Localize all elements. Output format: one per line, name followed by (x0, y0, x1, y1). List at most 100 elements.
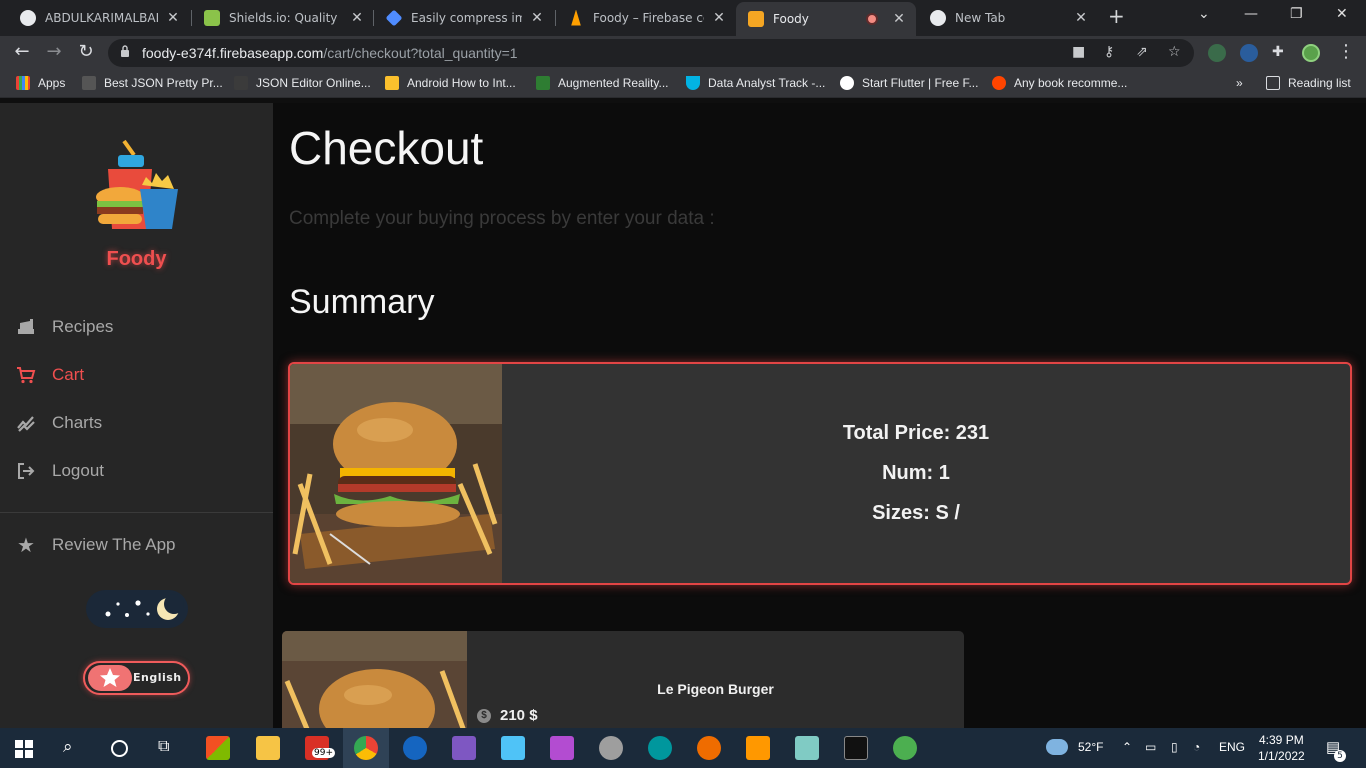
sublime-text-icon[interactable] (746, 736, 770, 760)
bookmark-android[interactable]: Android How to Int... (385, 76, 516, 90)
share-icon[interactable]: ⇗ (1136, 44, 1148, 60)
bookmark-udacity[interactable]: Data Analyst Track -... (686, 76, 825, 90)
extension-nl-icon[interactable] (1208, 44, 1226, 62)
browser-toolbar: ← → ↻ foody-e374f.firebaseapp.com/cart/c… (0, 36, 1366, 70)
tab-newtab[interactable]: New Tab ✕ (918, 0, 1098, 35)
app-snail-icon[interactable] (697, 736, 721, 760)
checkout-content: Checkout Complete your buying process by… (273, 103, 1366, 728)
globe-icon (840, 76, 854, 90)
bookmark-ar[interactable]: Augmented Reality... (536, 76, 669, 90)
theme-toggle[interactable] (86, 590, 188, 628)
review-app-link[interactable]: ★ Review The App (16, 534, 175, 557)
tab-firebase[interactable]: Foody – Firebase cons ✕ (556, 0, 736, 35)
item-price: $ 210 $ (477, 707, 538, 724)
apps-grid-icon (16, 76, 30, 90)
word-pad-icon[interactable] (403, 736, 427, 760)
file-explorer-icon[interactable] (256, 736, 280, 760)
logout-icon (16, 461, 36, 481)
sidebar-divider (0, 512, 273, 513)
visual-studio-icon[interactable] (452, 736, 476, 760)
bookmark-star-icon[interactable]: ☆ (1168, 44, 1181, 60)
extension-translate-icon[interactable] (1240, 44, 1258, 62)
firebase-icon (571, 9, 581, 26)
clock[interactable]: 4:39 PM 1/1/2022 (1258, 732, 1305, 764)
reading-list-button[interactable]: Reading list (1266, 76, 1351, 90)
store-icon[interactable] (206, 736, 230, 760)
star-icon: ★ (17, 534, 35, 557)
close-icon[interactable]: ✕ (166, 10, 180, 26)
ar-bookmark-icon (536, 76, 550, 90)
weather-cloud-icon[interactable] (1046, 739, 1068, 755)
lock-icon (121, 45, 129, 57)
cortana-icon[interactable] (111, 740, 128, 757)
network-icon[interactable]: ◔ (1193, 740, 1200, 754)
reload-button[interactable]: ↻ (74, 41, 98, 62)
search-icon[interactable]: ⌕ (63, 737, 73, 757)
tab-foody-active[interactable]: Foody ✕ (736, 2, 916, 36)
browser-tabstrip: ABDULKARIMALBAIK/ ✕ Shields.io: Quality … (0, 0, 1366, 36)
nav-charts[interactable]: Charts (16, 413, 102, 433)
bookmark-reddit[interactable]: Any book recomme... (992, 76, 1127, 90)
close-icon[interactable]: ✕ (1074, 10, 1088, 26)
profile-avatar[interactable] (1302, 44, 1320, 62)
bookmark-json-pretty[interactable]: Best JSON Pretty Pr... (82, 76, 223, 90)
sizes: Sizes: S / (872, 502, 960, 524)
bookmark-json-editor[interactable]: JSON Editor Online... (234, 76, 371, 90)
notifications-count: 5 (1334, 750, 1346, 762)
camera-icon[interactable]: ■ (1072, 44, 1085, 60)
minimize-button[interactable]: — (1244, 6, 1258, 22)
close-icon[interactable]: ✕ (350, 10, 364, 26)
phpstorm-icon[interactable] (550, 736, 574, 760)
cart-item-card[interactable]: Le Pigeon Burger $ 210 $ (282, 631, 964, 728)
database-icon[interactable] (599, 736, 623, 760)
windows-start-icon[interactable] (15, 740, 33, 758)
extensions-puzzle-icon[interactable]: ✚ (1272, 44, 1284, 60)
task-view-icon[interactable]: ⧉ (158, 738, 169, 756)
tray-chevron-icon[interactable]: ⌃ (1122, 740, 1132, 754)
address-bar[interactable]: foody-e374f.firebaseapp.com/cart/checkou… (108, 39, 1194, 67)
close-icon[interactable]: ✕ (892, 11, 906, 27)
language-toggle[interactable]: English (83, 661, 190, 695)
new-tab-button[interactable]: + (1108, 4, 1125, 28)
telegram-like-icon[interactable] (893, 736, 917, 760)
tab-github[interactable]: ABDULKARIMALBAIK/ ✕ (8, 0, 190, 35)
tab-search-icon[interactable]: ⌄ (1198, 6, 1210, 22)
tab-shields[interactable]: Shields.io: Quality met ✕ (192, 0, 374, 35)
reading-list-icon (1266, 76, 1280, 90)
close-icon[interactable]: ✕ (530, 10, 544, 26)
tab-compress[interactable]: Easily compress image ✕ (374, 0, 554, 35)
terminal-icon[interactable] (844, 736, 868, 760)
recipes-icon (16, 317, 36, 337)
item-name: Le Pigeon Burger (657, 681, 774, 697)
input-language[interactable]: ENG (1219, 740, 1245, 754)
jf-icon (82, 76, 96, 90)
foody-page: Foody Recipes Cart Charts Logout ★ Revie… (0, 103, 1366, 728)
charts-icon (16, 413, 36, 433)
window-close-button[interactable]: ✕ (1336, 6, 1348, 22)
udacity-icon (686, 76, 700, 90)
nav-logout[interactable]: Logout (16, 461, 104, 481)
meet-now-icon[interactable]: ▭ (1145, 740, 1156, 754)
bookmarks-overflow[interactable]: » (1236, 76, 1243, 90)
bookmark-flutter[interactable]: Start Flutter | Free F... (840, 76, 978, 90)
key-icon[interactable]: ⚷ (1104, 44, 1114, 60)
chrome-taskbar-icon[interactable] (354, 736, 378, 760)
back-button[interactable]: ← (10, 41, 34, 62)
nav-cart[interactable]: Cart (16, 365, 84, 385)
windows-taskbar: ⌕ ⧉ 99+ 52°F ⌃ ▭ ▯ ◔ ENG 4:39 PM 1/1/202… (0, 728, 1366, 768)
foody-logo-icon (96, 139, 178, 229)
close-icon[interactable]: ✕ (712, 10, 726, 26)
page-subtitle: Complete your buying process by enter yo… (289, 208, 715, 229)
arduino-icon[interactable] (648, 736, 672, 760)
notification-badge: 99+ (312, 748, 335, 758)
forward-button[interactable]: → (42, 41, 66, 62)
github-icon (20, 9, 36, 26)
bookmark-apps[interactable]: Apps (16, 76, 65, 90)
notes-app-icon[interactable] (795, 736, 819, 760)
menu-kebab-icon[interactable]: ⋮ (1334, 41, 1358, 62)
nav-recipes[interactable]: Recipes (16, 317, 113, 337)
battery-icon[interactable]: ▯ (1171, 740, 1178, 754)
weather-temp[interactable]: 52°F (1078, 740, 1103, 754)
android-studio-icon[interactable] (501, 736, 525, 760)
restore-button[interactable]: ❐ (1290, 6, 1303, 22)
